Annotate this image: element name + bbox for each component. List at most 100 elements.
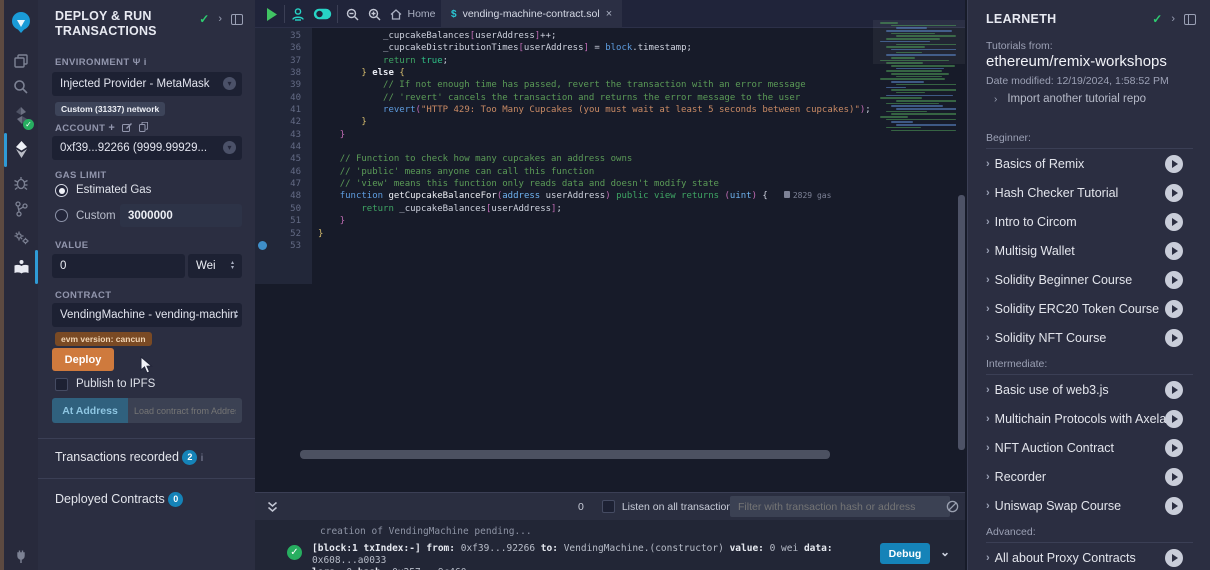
breakpoint-margin[interactable] bbox=[255, 42, 271, 54]
breakpoint-margin[interactable] bbox=[255, 153, 271, 165]
deployed-contracts-row[interactable]: Deployed Contracts 0 bbox=[55, 492, 183, 507]
vertical-scrollbar[interactable] bbox=[958, 195, 965, 450]
tx-log-line[interactable]: [block:1 txIndex:-] from: 0xf39...92266 … bbox=[312, 543, 872, 570]
environment-select[interactable]: Injected Provider - MetaMask ▾ bbox=[52, 72, 242, 96]
code-line[interactable]: 43 } bbox=[255, 129, 965, 141]
tutorial-expand-icon[interactable]: › bbox=[986, 384, 990, 396]
horizontal-scrollbar[interactable] bbox=[300, 450, 830, 459]
home-tab[interactable]: Home bbox=[387, 0, 439, 28]
plugin-manager-icon[interactable] bbox=[4, 544, 38, 570]
breakpoint-margin[interactable] bbox=[255, 92, 271, 104]
run-script-icon[interactable] bbox=[261, 0, 283, 28]
breakpoint-margin[interactable] bbox=[255, 67, 271, 79]
tutorial-item-uniswap-swap-course[interactable]: ›Uniswap Swap Course bbox=[968, 491, 1210, 520]
tutorial-play-icon[interactable] bbox=[1165, 381, 1183, 399]
breakpoint-margin[interactable] bbox=[255, 30, 271, 42]
tutorial-item-solidity-beginner-course[interactable]: ›Solidity Beginner Course bbox=[968, 265, 1210, 294]
tutorial-play-icon[interactable] bbox=[1165, 155, 1183, 173]
tutorial-item-all-about-proxy-contracts[interactable]: ›All about Proxy Contracts bbox=[968, 543, 1210, 570]
tutorial-expand-icon[interactable]: › bbox=[986, 471, 990, 483]
clear-console-icon[interactable] bbox=[946, 500, 959, 513]
learneth-collapse-icon[interactable]: › bbox=[1171, 13, 1175, 25]
copy-account-icon[interactable] bbox=[139, 122, 148, 132]
value-unit-select[interactable]: Wei▴▾ bbox=[188, 254, 242, 278]
git-icon[interactable] bbox=[4, 196, 38, 222]
zoom-in-icon[interactable] bbox=[363, 0, 385, 28]
tab-vending-machine-contract[interactable]: $ vending-machine-contract.sol × bbox=[441, 0, 622, 28]
code-line[interactable]: 41 revert("HTTP 429: Too Many Cupcakes (… bbox=[255, 104, 965, 116]
tutorial-play-icon[interactable] bbox=[1165, 549, 1183, 567]
code-line[interactable]: 52} bbox=[255, 228, 965, 240]
tutorial-play-icon[interactable] bbox=[1165, 184, 1183, 202]
breakpoint-dot[interactable] bbox=[258, 241, 267, 250]
plug-icon[interactable]: Ψ bbox=[133, 57, 141, 68]
code-line[interactable]: 38 } else { bbox=[255, 67, 965, 79]
tutorial-item-nft-auction-contract[interactable]: ›NFT Auction Contract bbox=[968, 433, 1210, 462]
terminal-filter-input[interactable] bbox=[730, 496, 950, 517]
breakpoint-margin[interactable] bbox=[255, 215, 271, 227]
tutorial-expand-icon[interactable]: › bbox=[986, 158, 990, 170]
pin-panel-icon[interactable] bbox=[231, 14, 243, 25]
tutorial-expand-icon[interactable]: › bbox=[986, 245, 990, 257]
code-line[interactable]: 37 return true; bbox=[255, 55, 965, 67]
tutorial-expand-icon[interactable]: › bbox=[986, 413, 990, 425]
code-line[interactable]: 44 bbox=[255, 141, 965, 153]
custom-gas-radio[interactable] bbox=[55, 209, 68, 222]
tutorial-item-solidity-nft-course[interactable]: ›Solidity NFT Course bbox=[968, 323, 1210, 352]
tutorial-play-icon[interactable] bbox=[1165, 213, 1183, 231]
breakpoint-margin[interactable] bbox=[255, 190, 271, 202]
environment-info-icon[interactable]: i bbox=[144, 57, 147, 68]
at-address-button[interactable]: At Address bbox=[52, 398, 128, 423]
tutorial-play-icon[interactable] bbox=[1165, 242, 1183, 260]
deploy-button[interactable]: Deploy bbox=[52, 348, 114, 371]
value-input[interactable]: 0 bbox=[52, 254, 185, 278]
tutorial-item-basic-use-of-web3-js[interactable]: ›Basic use of web3.js bbox=[968, 375, 1210, 404]
sign-message-icon[interactable] bbox=[122, 122, 132, 132]
tutorial-item-intro-to-circom[interactable]: ›Intro to Circom bbox=[968, 207, 1210, 236]
breakpoint-margin[interactable] bbox=[255, 129, 271, 141]
tutorial-expand-icon[interactable]: › bbox=[986, 332, 990, 344]
breakpoint-margin[interactable] bbox=[255, 178, 271, 190]
listen-transactions-checkbox[interactable] bbox=[602, 500, 615, 513]
tutorial-expand-icon[interactable]: › bbox=[986, 500, 990, 512]
breakpoint-margin[interactable] bbox=[255, 116, 271, 128]
code-line[interactable]: 40 // 'revert' cancels the transaction a… bbox=[255, 92, 965, 104]
solidity-compiler-icon[interactable]: ✓ bbox=[4, 102, 38, 128]
debugger-icon[interactable] bbox=[4, 170, 38, 196]
code-line[interactable]: 51 } bbox=[255, 215, 965, 227]
learneth-icon[interactable] bbox=[4, 254, 38, 280]
breakpoint-margin[interactable] bbox=[255, 240, 271, 252]
minimap[interactable] bbox=[880, 22, 956, 132]
transactions-info-icon[interactable]: i bbox=[201, 453, 203, 464]
tutorial-item-multisig-wallet[interactable]: ›Multisig Wallet bbox=[968, 236, 1210, 265]
import-tutorial-repo[interactable]: ›Import another tutorial repo bbox=[994, 93, 1146, 105]
publish-ipfs-checkbox[interactable] bbox=[55, 378, 68, 391]
tutorial-item-recorder[interactable]: ›Recorder bbox=[968, 462, 1210, 491]
tutorial-item-basics-of-remix[interactable]: ›Basics of Remix bbox=[968, 149, 1210, 178]
collapse-panel-icon[interactable]: › bbox=[218, 13, 222, 25]
code-line[interactable]: 45 // Function to check how many cupcake… bbox=[255, 153, 965, 165]
code-line[interactable]: 50 return _cupcakeBalances[userAddress]; bbox=[255, 203, 965, 215]
code-line[interactable]: 47 // 'view' means this function only re… bbox=[255, 178, 965, 190]
contract-select[interactable]: VendingMachine - vending-machin ▴▾ bbox=[52, 303, 242, 327]
search-icon[interactable] bbox=[4, 74, 38, 100]
estimated-gas-radio[interactable] bbox=[55, 184, 68, 197]
tutorial-expand-icon[interactable]: › bbox=[986, 187, 990, 199]
tutorial-play-icon[interactable] bbox=[1165, 468, 1183, 486]
at-address-input[interactable] bbox=[128, 398, 242, 423]
zoom-out-icon[interactable] bbox=[341, 0, 363, 28]
code-line[interactable]: 46 // 'public' means anyone can call thi… bbox=[255, 166, 965, 178]
tutorial-expand-icon[interactable]: › bbox=[986, 303, 990, 315]
breakpoint-margin[interactable] bbox=[255, 166, 271, 178]
tutorial-play-icon[interactable] bbox=[1165, 300, 1183, 318]
tutorial-item-hash-checker-tutorial[interactable]: ›Hash Checker Tutorial bbox=[968, 178, 1210, 207]
settings-icon[interactable] bbox=[4, 224, 38, 250]
tutorial-expand-icon[interactable]: › bbox=[986, 552, 990, 564]
expand-terminal-icon[interactable] bbox=[267, 501, 278, 513]
tutorial-play-icon[interactable] bbox=[1165, 271, 1183, 289]
code-line[interactable]: 36 _cupcakeDistributionTimes[userAddress… bbox=[255, 42, 965, 54]
tutorial-item-multichain-protocols-with-axelar[interactable]: ›Multichain Protocols with Axelar bbox=[968, 404, 1210, 433]
code-line[interactable]: 48 function getCupcakeBalanceFor(address… bbox=[255, 190, 965, 202]
custom-gas-input[interactable]: 3000000 bbox=[120, 204, 242, 227]
breakpoint-margin[interactable] bbox=[255, 228, 271, 240]
